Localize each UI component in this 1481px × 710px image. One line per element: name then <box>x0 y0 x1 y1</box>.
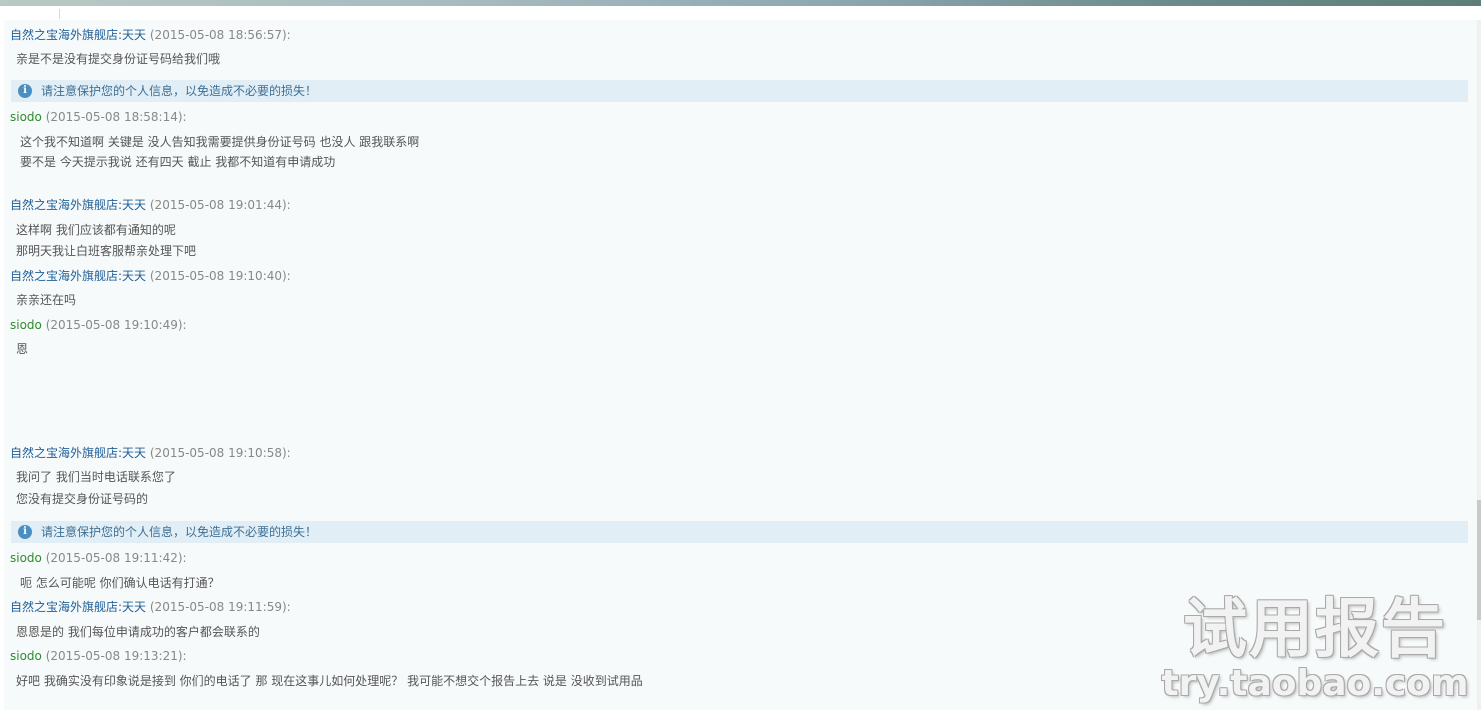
toolbar-divider <box>59 9 60 19</box>
sender-name[interactable]: siodo <box>10 649 42 663</box>
sender-name[interactable]: 自然之宝海外旗舰店:天天 <box>10 28 146 42</box>
message-time: (2015-05-08 19:13:21): <box>45 649 187 663</box>
message-time: (2015-05-08 19:01:44): <box>149 198 291 212</box>
message-header: 自然之宝海外旗舰店:天天 (2015-05-08 19:11:59): <box>10 599 291 615</box>
sender-name[interactable]: siodo <box>10 551 42 565</box>
message-header: 自然之宝海外旗舰店:天天 (2015-05-08 19:10:40): <box>10 268 291 284</box>
privacy-notice: i 请注意保护您的个人信息，以免造成不必要的损失！ <box>11 80 1468 102</box>
sender-name[interactable]: 自然之宝海外旗舰店:天天 <box>10 198 146 212</box>
message-header: 自然之宝海外旗舰店:天天 (2015-05-08 19:01:44): <box>10 197 291 213</box>
toolbar-strip <box>0 6 790 20</box>
message-text: 呃 怎么可能呢 你们确认电话有打通？ <box>20 576 220 590</box>
message-time: (2015-05-08 19:11:59): <box>149 600 291 614</box>
message-text: 要不是 今天提示我说 还有四天 截止 我都不知道有申请成功 <box>20 155 336 169</box>
message-text: 恩恩是的 我们每位申请成功的客户都会联系的 <box>16 625 260 639</box>
message-time: (2015-05-08 18:56:57): <box>149 28 291 42</box>
privacy-notice: i 请注意保护您的个人信息，以免造成不必要的损失！ <box>11 521 1468 543</box>
message-header: siodo (2015-05-08 19:10:49): <box>10 317 187 333</box>
message-text: 这样啊 我们应该都有通知的呢 <box>16 223 176 237</box>
message-header: siodo (2015-05-08 19:13:21): <box>10 648 187 664</box>
sender-name[interactable]: 自然之宝海外旗舰店:天天 <box>10 269 146 283</box>
message-time: (2015-05-08 19:10:49): <box>45 318 187 332</box>
message-text: 那明天我让白班客服帮亲处理下吧 <box>16 244 197 258</box>
message-header: 自然之宝海外旗舰店:天天 (2015-05-08 19:10:58): <box>10 445 291 461</box>
message-text: 我问了 我们当时电话联系您了 <box>16 470 176 484</box>
message-time: (2015-05-08 19:10:58): <box>149 446 291 460</box>
message-time: (2015-05-08 18:58:14): <box>45 110 187 124</box>
message-time: (2015-05-08 19:10:40): <box>149 269 291 283</box>
scrollbar-thumb[interactable] <box>1477 500 1481 620</box>
message-text: 亲是不是没有提交身份证号码给我们哦 <box>16 52 221 66</box>
message-header: siodo (2015-05-08 18:58:14): <box>10 109 187 125</box>
sender-name[interactable]: 自然之宝海外旗舰店:天天 <box>10 446 146 460</box>
message-header: siodo (2015-05-08 19:11:42): <box>10 550 187 566</box>
chat-scrollbar[interactable] <box>1477 20 1481 710</box>
message-time: (2015-05-08 19:11:42): <box>45 551 187 565</box>
info-icon: i <box>18 525 32 539</box>
sender-name[interactable]: 自然之宝海外旗舰店:天天 <box>10 600 146 614</box>
message-text: 亲亲还在吗 <box>16 293 77 307</box>
info-icon: i <box>18 84 32 98</box>
sender-name[interactable]: siodo <box>10 110 42 124</box>
message-text: 这个我不知道啊 关键是 没人告知我需要提供身份证号码 也没人 跟我联系啊 <box>20 135 420 149</box>
notice-text: 请注意保护您的个人信息，以免造成不必要的损失！ <box>41 525 318 539</box>
sender-name[interactable]: siodo <box>10 318 42 332</box>
message-text: 您没有提交身份证号码的 <box>16 492 149 506</box>
message-header: 自然之宝海外旗舰店:天天 (2015-05-08 18:56:57): <box>10 27 291 43</box>
notice-text: 请注意保护您的个人信息，以免造成不必要的损失！ <box>41 84 318 98</box>
message-text: 好吧 我确实没有印象说是接到 你们的电话了 那 现在这事儿如何处理呢？ 我可能不… <box>16 674 643 688</box>
message-text: 恩 <box>16 342 29 356</box>
